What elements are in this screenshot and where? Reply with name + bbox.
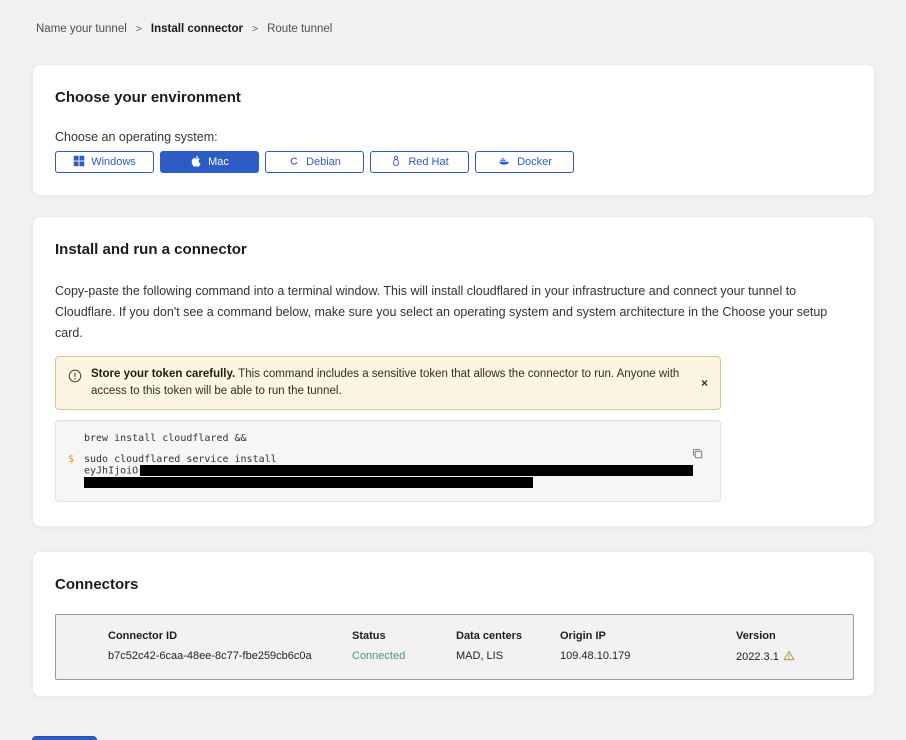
alert-title: Store your token carefully. [91,368,235,380]
breadcrumb-route-tunnel[interactable]: Route tunnel [267,23,332,35]
column-connector-id: Connector ID [108,630,352,642]
apple-icon [190,154,202,170]
windows-icon [73,155,85,170]
close-icon[interactable]: × [701,376,708,390]
os-button-label: Mac [208,156,229,168]
environment-card-title: Choose your environment [55,89,852,107]
os-button-windows[interactable]: Windows [55,151,154,173]
breadcrumb: Name your tunnel > Install connector > R… [36,23,906,35]
data-centers-value: MAD, LIS [456,650,560,664]
os-button-group: Windows Mac Debian Red Hat [55,151,852,173]
os-button-label: Docker [517,156,552,168]
command-install-line: sudo cloudflared service install [84,454,693,465]
debian-icon [288,155,300,170]
connectors-table: Connector ID Status Data centers Origin … [55,614,854,680]
column-data-centers: Data centers [456,630,560,642]
command-line-2: $ sudo cloudflared service install eyJhI… [68,454,706,488]
table-row: b7c52c42-6caa-48ee-8c77-fbe259cb6c0a Con… [108,650,853,664]
copy-icon[interactable] [691,447,704,463]
token-line: eyJhIjoiO [84,465,693,477]
connectors-card: Connectors Connector ID Status Data cent… [32,551,875,697]
next-button[interactable]: Next [32,736,97,740]
os-select-label: Choose an operating system: [55,130,852,144]
os-button-label: Windows [91,156,136,168]
docker-icon [497,155,511,170]
tunnel-setup-page: Name your tunnel > Install connector > R… [0,0,906,740]
install-description: Copy-paste the following command into a … [55,281,852,344]
column-version: Version [736,630,846,642]
command-block: brew install cloudflared && $ sudo cloud… [55,420,721,502]
install-card: Install and run a connector Copy-paste t… [32,216,875,527]
os-button-label: Debian [306,156,341,168]
alert-text: Store your token carefully. This command… [91,366,686,400]
os-button-redhat[interactable]: Red Hat [370,151,469,173]
token-redaction-bar [140,465,693,476]
connector-id-value: b7c52c42-6caa-48ee-8c77-fbe259cb6c0a [108,650,352,664]
status-badge: Connected [352,650,456,664]
version-number: 2022.3.1 [736,651,779,663]
column-origin-ip: Origin IP [560,630,736,642]
environment-card: Choose your environment Choose an operat… [32,64,875,196]
connectors-table-header: Connector ID Status Data centers Origin … [108,630,853,642]
os-button-docker[interactable]: Docker [475,151,574,173]
column-status: Status [352,630,456,642]
info-circle-icon [68,369,82,388]
os-button-mac[interactable]: Mac [160,151,259,173]
shell-prompt: $ [68,454,84,488]
token-line-2 [84,477,693,489]
token-redaction-bar [84,477,533,488]
token-prefix: eyJhIjoiO [84,466,138,477]
install-card-title: Install and run a connector [55,241,852,259]
os-button-debian[interactable]: Debian [265,151,364,173]
breadcrumb-install-connector[interactable]: Install connector [151,23,243,35]
breadcrumb-separator-icon: > [136,23,142,35]
command-text: sudo cloudflared service install eyJhIjo… [84,454,693,488]
redhat-icon [390,154,402,170]
command-line-1: brew install cloudflared && [84,433,706,444]
os-button-label: Red Hat [408,156,448,168]
breadcrumb-name-your-tunnel[interactable]: Name your tunnel [36,23,127,35]
origin-ip-value: 109.48.10.179 [560,650,736,664]
breadcrumb-separator-icon: > [252,23,258,35]
token-warning-alert: Store your token carefully. This command… [55,356,721,410]
warning-triangle-icon [783,650,795,664]
connectors-card-title: Connectors [55,576,852,594]
version-value: 2022.3.1 [736,650,846,664]
